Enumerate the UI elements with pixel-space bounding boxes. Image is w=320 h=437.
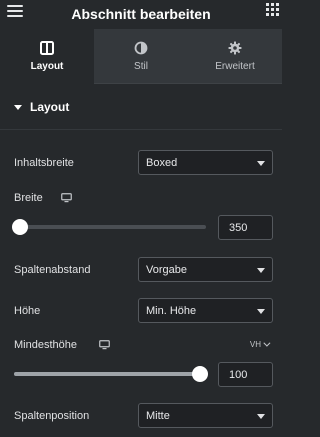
desktop-monitor-icon[interactable] (61, 193, 72, 203)
panel-header: Abschnitt bearbeiten (0, 0, 282, 28)
spaltenabstand-label: Spaltenabstand (14, 264, 91, 276)
spaltenposition-value: Mitte (146, 409, 170, 422)
spaltenabstand-select[interactable]: Vorgabe (138, 257, 273, 282)
mindesthoehe-label: Mindesthöhe (14, 339, 77, 351)
spaltenposition-select[interactable]: Mitte (138, 403, 273, 428)
unit-value: VH (249, 340, 261, 349)
section-header-layout[interactable]: Layout (0, 85, 282, 130)
tab-bar: Layout Stil Erweitert (0, 29, 282, 84)
columns-icon (40, 41, 54, 55)
breite-label: Breite (14, 192, 43, 204)
section-title: Layout (30, 100, 70, 114)
tab-erweitert[interactable]: Erweitert (188, 29, 282, 84)
spaltenposition-label: Spaltenposition (14, 410, 90, 422)
chevron-down-icon (257, 414, 265, 419)
breite-number-input[interactable]: 350 (218, 215, 273, 240)
tab-layout[interactable]: Layout (0, 29, 94, 84)
hamburger-icon[interactable] (7, 4, 23, 18)
chevron-down-icon (257, 268, 265, 273)
chevron-down-icon (257, 309, 265, 314)
breite-value: 350 (229, 221, 248, 234)
chevron-down-icon (263, 339, 271, 347)
mindesthoehe-slider-fill (14, 372, 200, 376)
tab-stil[interactable]: Stil (94, 29, 188, 84)
chevron-down-icon (257, 161, 265, 166)
spaltenabstand-value: Vorgabe (146, 263, 187, 276)
unit-selector[interactable]: VH (249, 339, 271, 349)
apps-grid-icon[interactable] (266, 3, 279, 16)
mindesthoehe-value: 100 (229, 368, 248, 381)
inhaltsbreite-label: Inhaltsbreite (14, 157, 74, 169)
tab-layout-label: Layout (30, 61, 64, 72)
inhaltsbreite-value: Boxed (146, 156, 178, 169)
breite-slider-track[interactable] (14, 225, 206, 229)
hoehe-select[interactable]: Min. Höhe (138, 298, 273, 323)
gear-icon (228, 41, 242, 55)
inhaltsbreite-select[interactable]: Boxed (138, 150, 273, 175)
hoehe-value: Min. Höhe (146, 304, 197, 317)
hoehe-label: Höhe (14, 305, 41, 317)
mindesthoehe-number-input[interactable]: 100 (218, 362, 273, 387)
half-circle-icon (134, 41, 148, 55)
tab-erweitert-label: Erweitert (215, 61, 255, 72)
caret-down-icon (14, 104, 22, 110)
panel-title: Abschnitt bearbeiten (71, 6, 211, 22)
breite-slider-thumb[interactable] (12, 219, 28, 235)
mindesthoehe-slider-thumb[interactable] (192, 366, 208, 382)
tab-stil-label: Stil (134, 61, 148, 72)
desktop-monitor-icon[interactable] (99, 340, 110, 350)
